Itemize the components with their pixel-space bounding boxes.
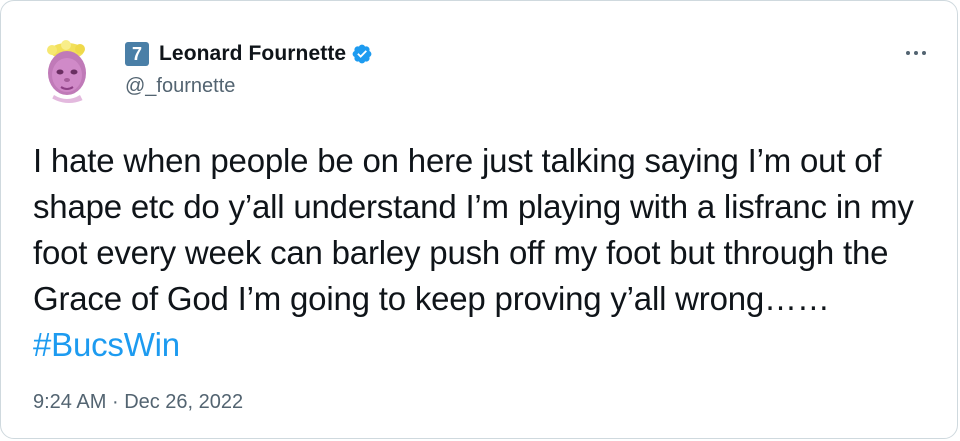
team-badge: 7 <box>125 42 149 66</box>
verified-badge-icon <box>351 43 373 65</box>
more-options-icon[interactable] <box>899 39 933 67</box>
tweet-timestamp[interactable]: 9:24 AM · Dec 26, 2022 <box>33 391 243 414</box>
avatar-photo-icon <box>36 37 102 103</box>
timestamp-separator: · <box>111 391 119 413</box>
author-display-name[interactable]: Leonard Fournette <box>159 42 346 66</box>
author-name-row: 7 Leonard Fournette <box>125 41 373 67</box>
avatar[interactable] <box>36 37 102 103</box>
author-handle[interactable]: @_fournette <box>125 75 235 98</box>
tweet-body: I hate when people be on here just talki… <box>33 142 914 317</box>
hashtag-link[interactable]: #BucsWin <box>33 326 180 363</box>
tweet-card: 7 Leonard Fournette @_fournette I hate w… <box>0 0 958 439</box>
tweet-text: I hate when people be on here just talki… <box>33 138 938 368</box>
tweet-date: Dec 26, 2022 <box>124 391 244 413</box>
tweet-time: 9:24 AM <box>33 391 107 413</box>
